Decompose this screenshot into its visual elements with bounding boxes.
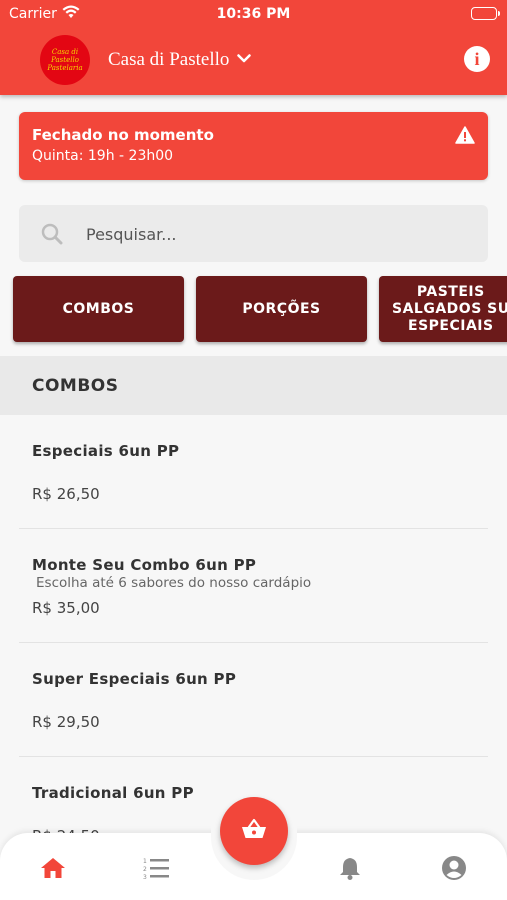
category-label: COMBOS [62,301,135,317]
category-porcoes-button[interactable]: PORÇÕES [196,276,367,342]
item-price: R$ 35,00 [32,599,100,617]
item-description: Escolha até 6 sabores do nosso cardápio [36,575,312,591]
search-bar [19,205,488,262]
app-header: Carrier 10:36 PM Casa di Pastello Pastel… [0,0,507,95]
category-pasteis-button[interactable]: PASTEIS SALGADOS SU ESPECIAIS [379,276,507,342]
section-header: COMBOS [0,356,507,415]
logo-subtext: Pastelaria [47,64,83,72]
item-name: Monte Seu Combo 6un PP [32,556,257,574]
menu-item[interactable]: Especiais 6un PP R$ 26,50 [0,415,507,529]
item-name: Super Especiais 6un PP [32,670,237,688]
svg-text:2: 2 [143,866,147,873]
basket-button[interactable] [220,797,288,865]
menu-item[interactable]: Super Especiais 6un PP R$ 29,50 [0,643,507,757]
item-name: Especiais 6un PP [32,442,180,460]
closed-title: Fechado no momento [32,126,214,144]
category-label-line: PASTEIS [416,283,485,300]
category-label-line: ESPECIAIS [408,317,494,334]
menu-item[interactable]: Monte Seu Combo 6un PP Escolha até 6 sab… [0,529,507,643]
section-title: COMBOS [32,376,119,396]
category-label: PORÇÕES [242,301,321,317]
home-icon[interactable] [38,853,68,883]
status-bar: Carrier 10:36 PM [0,0,507,28]
store-selector[interactable]: Casa di Pastello [108,47,252,71]
warning-icon [455,126,475,148]
store-logo: Casa di Pastello Pastelaria [40,35,90,85]
item-price: R$ 29,50 [32,713,100,731]
category-combos-button[interactable]: COMBOS [13,276,184,342]
closed-banner: Fechado no momento Quinta: 19h - 23h00 [19,112,488,180]
store-name: Casa di Pastello [108,49,230,70]
category-label-line: SALGADOS SU [392,300,507,317]
search-input[interactable] [86,219,466,249]
info-icon[interactable]: i [464,46,490,72]
svg-text:3: 3 [143,874,147,880]
search-icon [41,223,63,249]
logo-text: Casa di Pastello [51,48,79,64]
battery-icon [471,7,500,20]
basket-icon [240,817,268,845]
bell-icon[interactable] [335,853,365,883]
item-price: R$ 26,50 [32,485,100,503]
opening-hours: Quinta: 19h - 23h00 [32,148,174,164]
svg-text:1: 1 [143,858,147,865]
user-icon[interactable] [439,853,469,883]
chevron-down-icon [237,47,252,69]
menu-list-icon[interactable]: 123 [141,853,171,883]
status-time: 10:36 PM [216,6,291,22]
item-name: Tradicional 6un PP [32,784,194,802]
